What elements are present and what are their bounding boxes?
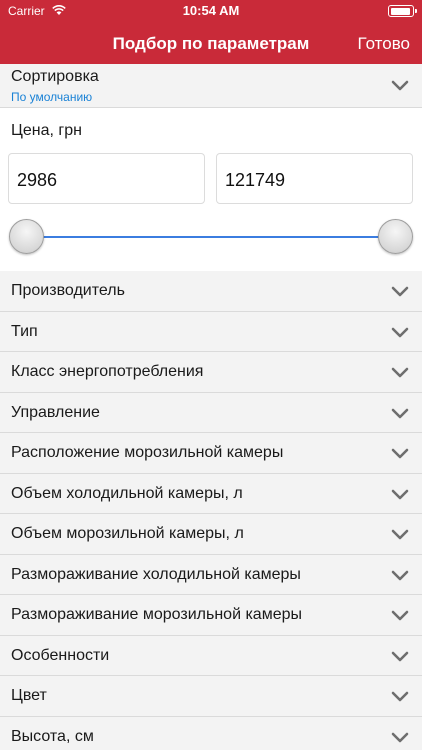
chevron-down-icon <box>390 691 410 703</box>
filter-row[interactable]: Объем холодильной камеры, л <box>0 473 422 514</box>
battery-icon <box>388 5 417 17</box>
filter-row[interactable]: Класс энергопотребления <box>0 352 422 393</box>
filter-row[interactable]: Высота, см <box>0 716 422 750</box>
filter-row[interactable]: Управление <box>0 392 422 433</box>
filter-label: Объем холодильной камеры, л <box>11 484 243 502</box>
price-slider-min-handle[interactable] <box>9 219 44 254</box>
price-slider-track <box>26 236 396 238</box>
chevron-down-icon <box>390 408 410 420</box>
filter-label: Высота, см <box>11 727 94 745</box>
chevron-down-icon <box>390 732 410 744</box>
filter-label: Объем морозильной камеры, л <box>11 525 244 542</box>
sort-title: Сортировка <box>11 68 99 85</box>
filter-row[interactable]: Расположение морозильной камеры <box>0 433 422 474</box>
price-label: Цена, грн <box>11 122 82 139</box>
chevron-down-icon <box>390 327 410 339</box>
price-slider-max-handle[interactable] <box>378 219 413 254</box>
price-min-input[interactable]: 2986 <box>8 153 205 204</box>
filter-row[interactable]: Размораживание морозильной камеры <box>0 595 422 636</box>
price-filter: Цена, грн 2986 121749 <box>0 108 422 271</box>
filter-label: Размораживание морозильной камеры <box>11 606 302 623</box>
filter-row[interactable]: Тип <box>0 311 422 352</box>
chevron-down-icon <box>390 610 410 622</box>
filter-row[interactable]: Размораживание холодильной камеры <box>0 554 422 595</box>
chevron-down-icon <box>390 570 410 582</box>
filter-label: Размораживание холодильной камеры <box>11 565 301 583</box>
chevron-down-icon <box>390 489 410 501</box>
sort-value: По умолчанию <box>11 90 93 104</box>
filter-label: Особенности <box>11 646 110 664</box>
price-max-input[interactable]: 121749 <box>216 153 413 204</box>
status-time: 10:54 AM <box>182 3 240 18</box>
chevron-down-icon <box>390 651 410 663</box>
filter-row[interactable]: Производитель <box>0 271 422 312</box>
done-button[interactable]: Готово <box>358 34 411 54</box>
filter-row[interactable]: Цвет <box>0 676 422 717</box>
chevron-down-icon <box>390 80 410 92</box>
chevron-down-icon <box>390 286 410 298</box>
filter-label: Расположение морозильной камеры <box>11 444 284 461</box>
chevron-down-icon <box>390 529 410 541</box>
sort-selector[interactable]: Сортировка По умолчанию <box>0 64 422 108</box>
chevron-down-icon <box>390 367 410 379</box>
navigation-header: Carrier 10:54 AM Подбор по параметрам Го… <box>0 0 422 64</box>
filter-row[interactable]: Объем морозильной камеры, л <box>0 514 422 555</box>
filter-label: Цвет <box>11 687 47 704</box>
filter-label: Управление <box>11 403 100 421</box>
filter-label: Тип <box>11 322 38 340</box>
filter-label: Производитель <box>11 282 125 299</box>
status-bar: Carrier 10:54 AM <box>0 0 422 22</box>
chevron-down-icon <box>390 448 410 460</box>
filter-label: Класс энергопотребления <box>11 363 204 380</box>
filter-row[interactable]: Особенности <box>0 635 422 676</box>
filter-list: Производитель Тип Класс энергопотребления У… <box>0 271 422 750</box>
